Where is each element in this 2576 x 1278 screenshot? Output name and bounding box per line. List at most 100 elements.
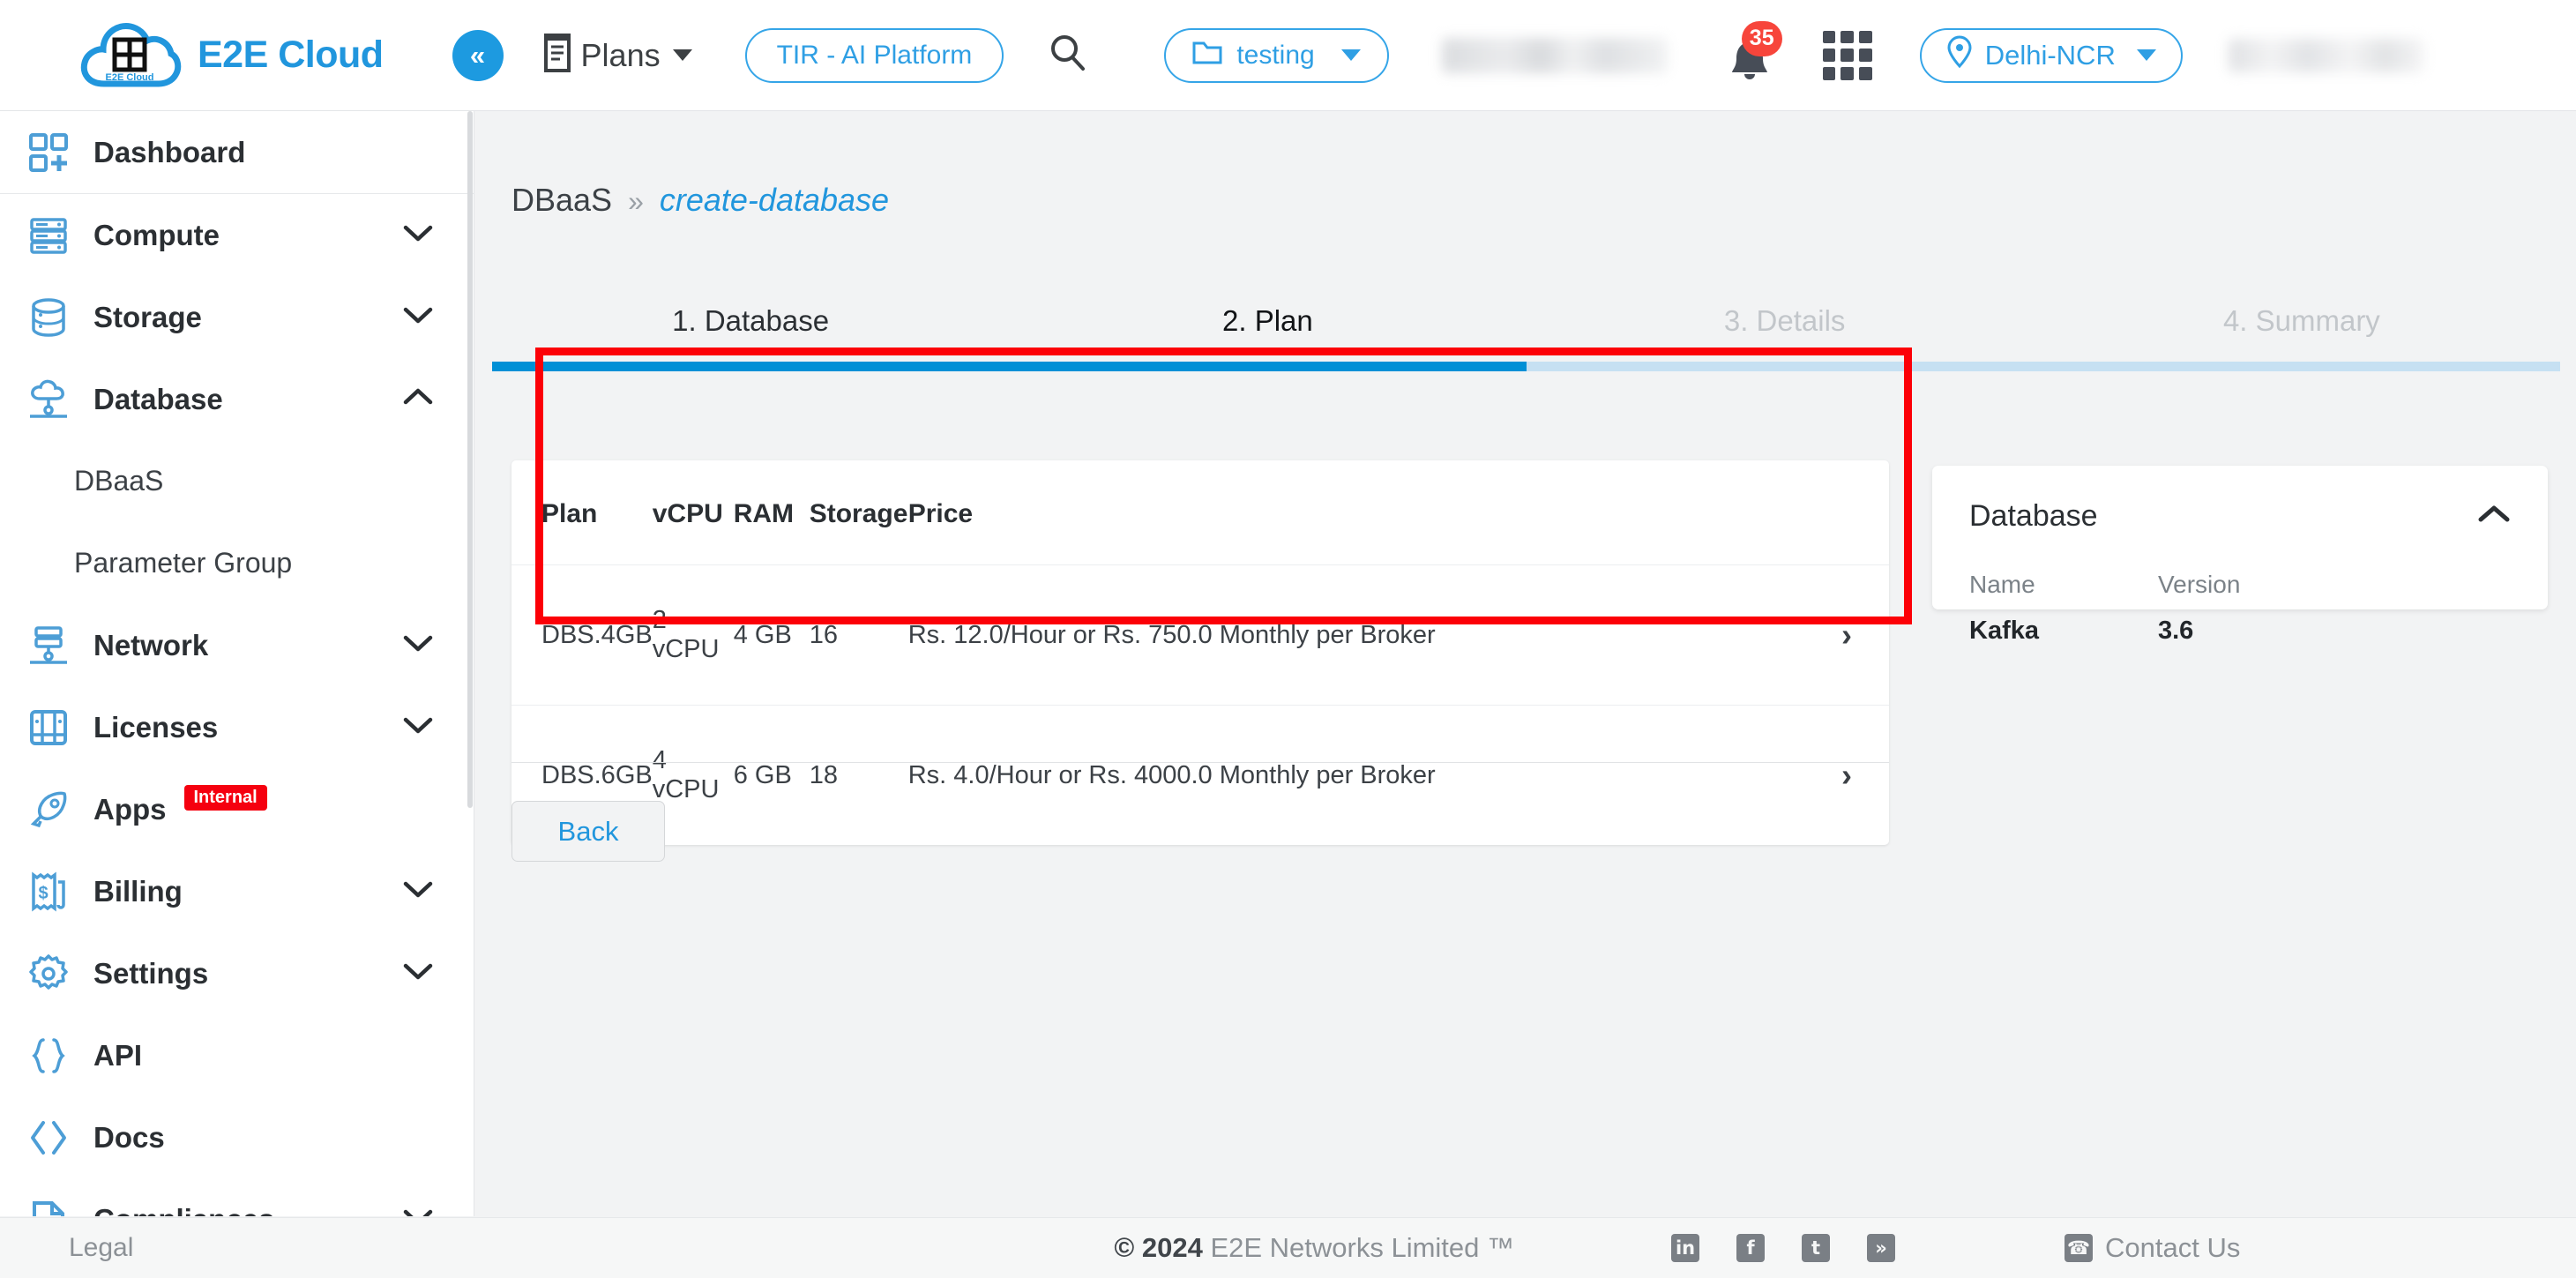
wizard-progress-track <box>492 362 2560 371</box>
twitter-icon[interactable]: t <box>1802 1234 1831 1262</box>
server-icon <box>23 215 74 256</box>
sidebar-item-billing[interactable]: $ Billing <box>0 850 474 932</box>
svg-text:$: $ <box>38 884 48 903</box>
notification-count-badge: 35 <box>1741 20 1782 56</box>
internal-badge: Internal <box>183 785 267 811</box>
table-header-row: Plan vCPU RAM Storage Price <box>511 460 1889 565</box>
row-select-button[interactable]: › <box>1810 564 1889 706</box>
rocket-icon <box>23 789 74 830</box>
sidebar-item-database[interactable]: Database <box>0 358 474 440</box>
main-content-area: DBaaS » create-database 1. Database 2. P… <box>474 111 2576 1216</box>
chevron-down-icon <box>403 305 433 329</box>
tab-plan[interactable]: 2. Plan <box>1009 280 1526 362</box>
wizard-step-tabs: 1. Database 2. Plan 3. Details 4. Summar… <box>492 280 2560 362</box>
summary-name-value: Kafka <box>1969 617 2039 645</box>
chevron-down-icon <box>403 633 433 657</box>
sidebar-item-parameter-group[interactable]: Parameter Group <box>0 522 474 604</box>
network-icon <box>23 625 74 666</box>
sidebar-item-label: Dashboard <box>93 135 246 168</box>
sidebar-item-dbaas[interactable]: DBaaS <box>0 440 474 522</box>
row-select-button[interactable]: › <box>1810 706 1889 846</box>
sidebar-item-apps[interactable]: Apps Internal <box>0 768 474 850</box>
sidebar-item-compute[interactable]: Compute <box>0 194 474 276</box>
summary-name-column: Name Kafka <box>1969 571 2158 646</box>
col-header-ram: RAM <box>733 460 810 565</box>
notifications-button[interactable]: 35 <box>1726 20 1782 83</box>
brand-logo-area[interactable]: E2E Cloud E2E Cloud <box>78 13 384 98</box>
chevron-down-icon <box>403 1207 433 1216</box>
project-selector-button[interactable]: testing <box>1164 27 1389 83</box>
divider <box>511 762 1889 763</box>
tab-details[interactable]: 3. Details <box>1527 280 2043 362</box>
linkedin-icon[interactable]: in <box>1671 1234 1700 1262</box>
sidebar-item-label: Compliances <box>93 1203 274 1217</box>
plans-label: Plans <box>580 36 661 73</box>
region-selector-button[interactable]: Delhi-NCR <box>1919 27 2183 83</box>
col-header-action <box>1810 460 1889 565</box>
footer-contact-link[interactable]: ☎ Contact Us <box>2065 1232 2240 1264</box>
brand-name: E2E Cloud <box>198 34 384 76</box>
plan-table-card: Plan vCPU RAM Storage Price DBS.4GB 2 vC… <box>511 460 1889 845</box>
sidebar-item-docs[interactable]: Docs <box>0 1096 474 1178</box>
search-button[interactable] <box>1041 28 1095 83</box>
plans-dropdown[interactable]: Plans <box>541 34 692 77</box>
rss-icon[interactable]: » <box>1867 1234 1896 1262</box>
sidebar-item-dashboard[interactable]: Dashboard <box>0 111 474 193</box>
left-sidebar-nav: Dashboard Compute Storage Database DBaaS… <box>0 111 474 1216</box>
sidebar-item-label: Docs <box>93 1120 165 1154</box>
summary-version-key: Version <box>2158 571 2241 598</box>
account-name-masked <box>1441 37 1668 73</box>
sidebar-item-label: API <box>93 1038 143 1072</box>
plans-table: Plan vCPU RAM Storage Price DBS.4GB 2 vC… <box>511 460 1889 845</box>
col-header-storage: Storage <box>809 460 908 565</box>
footer-legal-link[interactable]: Legal <box>69 1233 133 1263</box>
sidebar-item-licenses[interactable]: Licenses <box>0 686 474 768</box>
cell-ram: 4 GB <box>733 564 810 706</box>
chevron-up-icon[interactable] <box>2477 504 2511 529</box>
breadcrumb-root-link[interactable]: DBaaS <box>511 182 612 219</box>
breadcrumb: DBaaS » create-database <box>511 182 889 219</box>
chevron-down-icon <box>403 715 433 739</box>
summary-name-key: Name <box>1969 571 2035 598</box>
sidebar-item-compliances[interactable]: Compliances <box>0 1178 474 1216</box>
tab-summary[interactable]: 4. Summary <box>2043 280 2560 362</box>
grid-apps-icon <box>1822 30 1836 44</box>
back-button[interactable]: Back <box>511 801 665 862</box>
chevron-down-icon <box>403 879 433 903</box>
cell-storage: 16 <box>809 564 908 706</box>
tab-database[interactable]: 1. Database <box>492 280 1009 362</box>
sidebar-item-api[interactable]: API <box>0 1014 474 1096</box>
facebook-icon[interactable]: f <box>1736 1234 1766 1262</box>
table-row[interactable]: DBS.4GB 2 vCPU 4 GB 16 Rs. 12.0/Hour or … <box>511 564 1889 706</box>
bell-icon <box>1726 36 1773 93</box>
wizard-progress-fill <box>492 362 1527 371</box>
svg-text:E2E Cloud: E2E Cloud <box>105 72 153 83</box>
database-summary-title: Database <box>1969 499 2098 533</box>
user-menu-masked[interactable] <box>2228 38 2424 72</box>
sidebar-item-storage[interactable]: Storage <box>0 276 474 358</box>
sidebar-collapse-button[interactable]: « <box>452 29 504 81</box>
col-header-price: Price <box>907 460 1810 565</box>
cell-price: Rs. 12.0/Hour or Rs. 750.0 Monthly per B… <box>907 564 1810 706</box>
sidebar-scrollbar-thumb[interactable] <box>467 111 473 808</box>
billing-receipt-icon: $ <box>23 871 74 912</box>
apps-grid-button[interactable] <box>1822 30 1872 80</box>
breadcrumb-current[interactable]: create-database <box>660 182 889 219</box>
sidebar-item-label: Billing <box>93 874 183 908</box>
invoice-icon <box>541 34 574 77</box>
col-header-plan: Plan <box>511 460 653 565</box>
sidebar-scrollbar[interactable] <box>467 111 473 1216</box>
sidebar-item-network[interactable]: Network <box>0 604 474 686</box>
sidebar-item-settings[interactable]: Settings <box>0 932 474 1014</box>
breadcrumb-separator: » <box>628 185 644 217</box>
tir-ai-platform-button[interactable]: TIR - AI Platform <box>744 27 1004 83</box>
database-disk-icon <box>23 297 74 338</box>
double-chevron-left-icon: « <box>469 39 486 71</box>
cell-storage: 18 <box>809 760 838 789</box>
table-row[interactable]: DBS.6GB 4 vCPU 6 GB 18 Rs. 4.0/Hour or R… <box>511 706 1889 846</box>
database-summary-header[interactable]: Database <box>1969 499 2511 534</box>
footer-copyright-text: E2E Networks Limited ™ <box>1210 1232 1515 1263</box>
gear-icon <box>23 953 74 994</box>
footer-social-links: in f t » <box>1671 1234 1896 1262</box>
col-header-vcpu: vCPU <box>652 460 734 565</box>
